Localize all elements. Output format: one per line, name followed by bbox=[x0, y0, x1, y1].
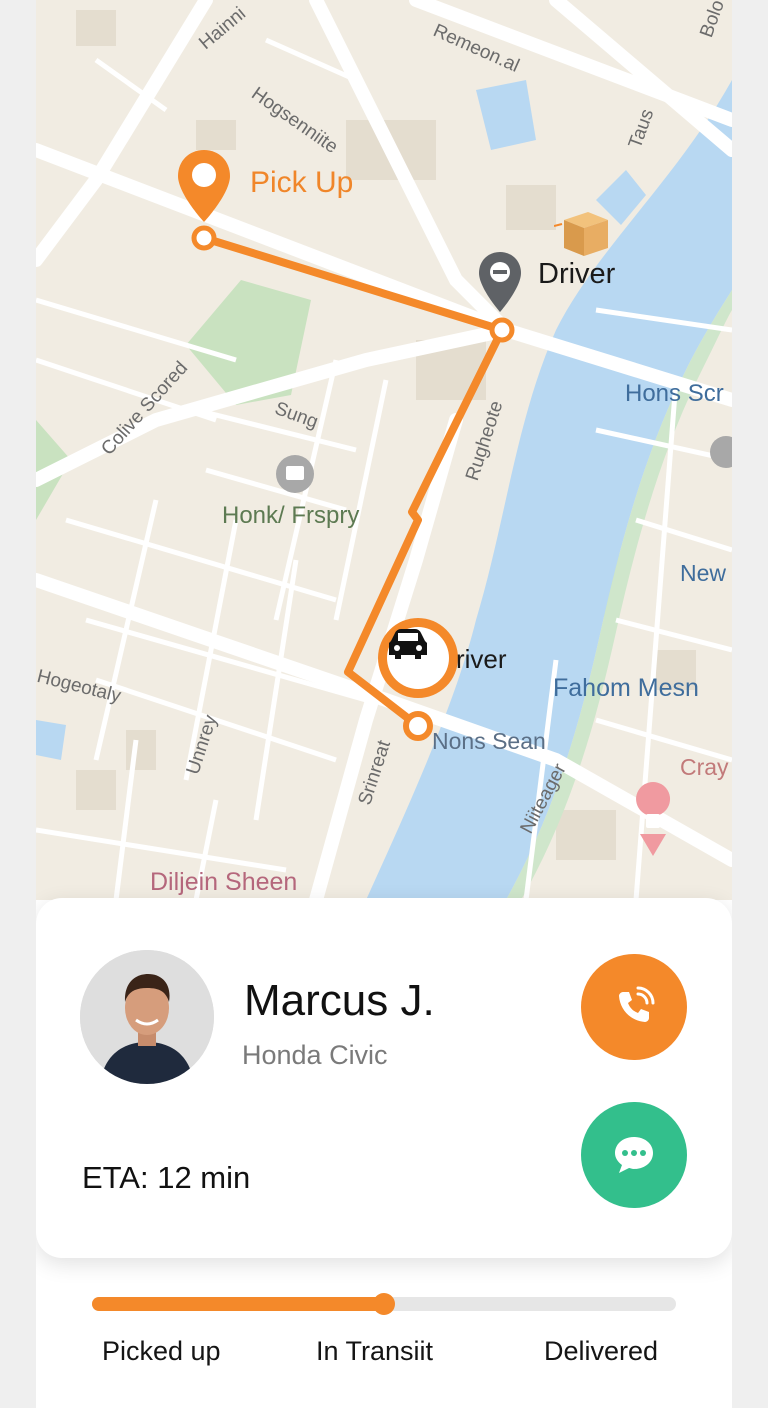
driver-name: Marcus J. bbox=[244, 976, 435, 1025]
place-label: Nons Sean bbox=[432, 728, 546, 754]
delivery-progress-bar bbox=[92, 1293, 676, 1315]
step-delivered: Delivered bbox=[544, 1336, 659, 1366]
avatar bbox=[80, 950, 214, 1084]
progress-handle bbox=[373, 1293, 395, 1315]
chat-bubble-icon bbox=[615, 1137, 653, 1173]
package-icon bbox=[554, 212, 608, 256]
driver-card: Marcus J. Honda Civic ETA: 12 min bbox=[36, 898, 732, 1258]
chat-button[interactable] bbox=[581, 1102, 687, 1208]
place-label: Fahom Mesn bbox=[553, 674, 699, 702]
car-icon bbox=[389, 629, 427, 659]
car-marker[interactable] bbox=[378, 618, 458, 698]
driver-label: Driver bbox=[538, 258, 616, 290]
pickup-pin-icon[interactable] bbox=[176, 148, 232, 228]
place-label: Diljein Sheen bbox=[150, 868, 298, 896]
map-view[interactable]: Pick Up Driver river Honk/ Frspry Hons S… bbox=[36, 0, 732, 900]
pickup-label: Pick Up bbox=[250, 166, 354, 199]
driver-avatar-image bbox=[80, 950, 214, 1084]
place-label: Hons Scr bbox=[625, 380, 724, 407]
progress-fill bbox=[92, 1297, 384, 1311]
phone-ringing-icon bbox=[619, 986, 655, 1022]
step-in-transit: In Transiit bbox=[316, 1336, 434, 1366]
call-button[interactable] bbox=[581, 954, 687, 1060]
place-label: New bbox=[680, 560, 727, 586]
step-picked-up: Picked up bbox=[102, 1336, 221, 1366]
vehicle-model: Honda Civic bbox=[242, 1040, 388, 1070]
place-label: Cray bbox=[680, 754, 729, 780]
driver-pin-icon[interactable] bbox=[477, 250, 523, 316]
delivery-tracking-screen: Pick Up Driver river Honk/ Frspry Hons S… bbox=[36, 0, 732, 1408]
car-driver-label: river bbox=[456, 644, 507, 674]
place-label: Honk/ Frspry bbox=[222, 502, 360, 529]
eta-text: ETA: 12 min bbox=[82, 1160, 251, 1195]
